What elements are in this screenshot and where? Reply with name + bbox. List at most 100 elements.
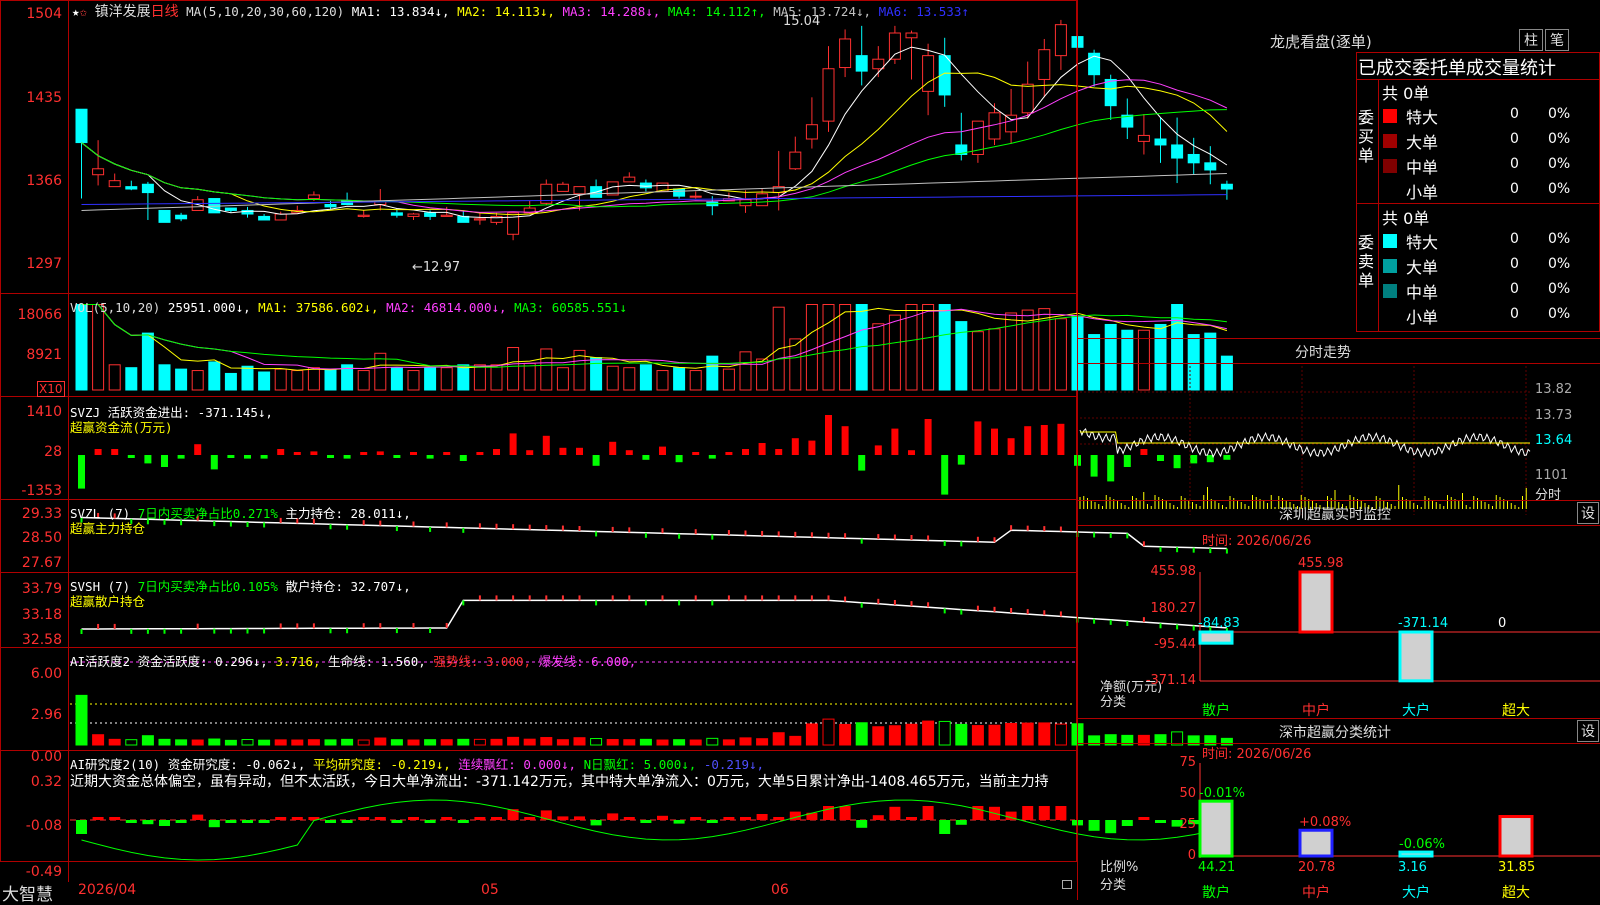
ai2-description: 近期大资金总体偏空，虽有异动，但不太活跃，今日大单净流出：-371.142万元，… <box>70 774 1049 790</box>
svzl-ratio: 7日内买卖净占比0.271% <box>137 506 278 521</box>
flow-bar <box>144 455 152 464</box>
star-outline-icon[interactable]: ✩ <box>80 4 88 19</box>
flow-bar <box>974 421 982 455</box>
research-bar <box>756 814 768 820</box>
flow-bar <box>1223 455 1231 460</box>
buy-row-percent-2: 0% <box>1548 156 1571 172</box>
flow-bar <box>1024 426 1032 455</box>
fenshi-axis-4: 1101 <box>1535 468 1569 483</box>
volume-bar <box>191 370 204 391</box>
tick-mode-button[interactable]: 笔 <box>1545 29 1569 51</box>
activity-bar <box>971 725 984 746</box>
activity-bar <box>125 739 138 746</box>
flow-bar <box>941 455 949 495</box>
candle-body <box>158 209 171 223</box>
flow-bar <box>459 455 467 461</box>
tabs-label[interactable]: 已成交委托单成交量统计 <box>1358 54 1556 80</box>
stock-name[interactable]: 镇洋发展 <box>95 4 151 20</box>
research-bar <box>358 817 370 820</box>
stat-axis-0: 75 <box>1179 755 1196 770</box>
vol-header: VOL(5,10,20) 25951.000↓, MA1: 37586.602↓… <box>70 300 627 315</box>
candle-body <box>573 186 586 195</box>
volume-bar <box>75 304 88 391</box>
research-bar <box>474 817 486 820</box>
svsh-title: 超赢散户持仓 <box>70 594 146 609</box>
brand-label[interactable]: 大智慧 <box>2 880 53 905</box>
activity-bar <box>523 738 536 746</box>
monitor-settings-button[interactable]: 设 <box>1577 502 1599 524</box>
flow-bar <box>293 452 301 455</box>
vol-ma2: MA2: 46814.000↓, <box>386 300 507 315</box>
sell-side-label: 委卖单 <box>1358 233 1375 290</box>
research-bar <box>341 820 353 823</box>
flow-bar <box>675 455 683 463</box>
research-bar <box>839 806 851 820</box>
stat-title: 深市超赢分类统计 <box>1279 725 1391 741</box>
candle-body <box>805 124 818 140</box>
vol-ma3: MA3: 60585.551↓ <box>514 300 627 315</box>
volume-bar <box>208 361 221 391</box>
flow-bar <box>210 455 218 470</box>
activity-bar <box>1038 722 1051 746</box>
ma4-value: MA4: 14.112↑, <box>667 4 766 19</box>
research-bar <box>939 820 951 834</box>
activity-bar <box>440 739 453 746</box>
flow-bar <box>659 446 666 455</box>
research-bar <box>1088 820 1100 831</box>
research-bar <box>291 817 303 820</box>
volume-bar <box>125 367 138 391</box>
stat-cat-1: 中户 <box>1302 885 1330 901</box>
vol-axis-2: 8921 <box>26 347 62 363</box>
activity-bar <box>274 739 287 746</box>
volume-bar <box>556 367 569 391</box>
volume-bar <box>872 323 885 391</box>
star-icon[interactable]: ★ <box>72 4 80 19</box>
activity-bar <box>490 738 503 746</box>
bar-mode-button[interactable]: 柱 <box>1519 29 1543 51</box>
ma-header: MA(5,10,20,30,60,120) <box>186 4 345 19</box>
activity-bar <box>341 738 354 746</box>
candle-body <box>1021 83 1034 114</box>
candle-body <box>440 214 453 217</box>
lock-icon[interactable] <box>1062 880 1072 889</box>
candle-body <box>1054 24 1067 57</box>
activity-bar <box>324 739 337 746</box>
volume-bar <box>507 347 520 391</box>
monitor-bar <box>1398 630 1434 683</box>
flow-bar <box>393 455 401 458</box>
volume-bar <box>274 368 287 391</box>
period-label[interactable]: 日线 <box>151 4 179 20</box>
research-bar <box>491 817 502 820</box>
buy-row-percent-1: 0% <box>1548 131 1571 147</box>
candle-body <box>1137 134 1150 142</box>
volume-bar <box>258 371 271 391</box>
flow-bar <box>1123 455 1131 467</box>
candle-body <box>324 204 337 208</box>
research-bar <box>109 817 121 820</box>
flow-bar <box>1107 455 1115 482</box>
flow-bar <box>791 438 799 455</box>
research-bar <box>92 817 104 820</box>
activity-bar <box>739 737 752 746</box>
candle-body <box>905 32 918 39</box>
activity-bar <box>357 739 370 746</box>
volume-bar <box>407 370 420 391</box>
research-bar <box>1038 806 1050 820</box>
candle-body <box>822 68 835 122</box>
activity-bar <box>573 737 586 746</box>
volume-bar <box>722 368 735 391</box>
volume-bar <box>141 332 154 391</box>
candle-body <box>457 215 470 223</box>
flow-bar <box>924 419 932 455</box>
flow-bar <box>1140 449 1148 455</box>
flow-bar <box>991 428 998 455</box>
stat-settings-button[interactable]: 设 <box>1577 720 1599 742</box>
flow-bar <box>443 452 451 455</box>
ma-line <box>81 72 1228 216</box>
buy-row-name-0: 特大 <box>1406 108 1439 127</box>
candle-body <box>1005 114 1018 133</box>
volume-bar <box>424 367 437 391</box>
sell-swatch-1 <box>1383 259 1397 273</box>
price-axis-1504: 1504 <box>26 6 62 22</box>
volume-bar <box>92 304 105 391</box>
